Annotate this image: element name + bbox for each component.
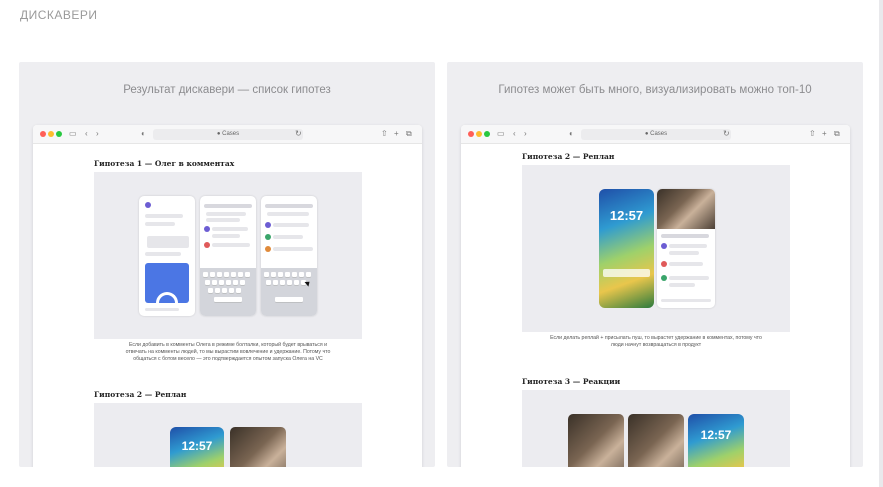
address-bar[interactable]: ● Cases	[153, 129, 303, 140]
photo	[628, 414, 684, 467]
url-text: Cases	[222, 131, 240, 137]
caption-line: общаться с ботом весело — это подтвержда…	[133, 356, 323, 362]
promo-card	[145, 263, 189, 304]
panel-heading: Результат дискавери — список гипотез	[123, 84, 331, 96]
caption-line: отвечать на комменты людей, то мы выраст…	[125, 349, 331, 355]
tabs-icon[interactable]: ⧉	[406, 128, 412, 140]
phone-screenshot	[139, 196, 195, 316]
lock-time: 12:57	[181, 439, 213, 453]
hypothesis-title: Гипотеза 3 — Реакции	[522, 377, 621, 386]
avatar	[204, 242, 210, 248]
reload-icon[interactable]: ↻	[723, 128, 730, 140]
avatar	[661, 261, 667, 267]
close-window-button[interactable]	[468, 131, 474, 137]
avatar	[661, 275, 667, 281]
section-title: ДИСКАВЕРИ	[20, 8, 98, 22]
share-icon[interactable]: ⇧	[381, 128, 388, 140]
address-bar[interactable]: ● Cases	[581, 129, 731, 140]
slide: ДИСКАВЕРИ Результат дискавери — список г…	[0, 0, 883, 487]
phone-screenshot	[200, 196, 256, 316]
plus-icon[interactable]: +	[394, 128, 399, 140]
hypothesis-figure: 12:57	[94, 403, 362, 467]
plus-icon[interactable]: +	[822, 128, 827, 140]
forward-icon[interactable]: ›	[524, 128, 527, 140]
maximize-window-button[interactable]	[56, 131, 62, 137]
browser-toolbar: ▭ ‹ › ◐ ● Cases ↻ ⇧ + ⧉	[33, 125, 422, 144]
photo	[230, 427, 286, 467]
browser-toolbar: ▭ ‹ › ◐ ● Cases ↻ ⇧ + ⧉	[461, 125, 850, 144]
avatar	[204, 226, 210, 232]
panel-right: Гипотез может быть много, визуализироват…	[447, 62, 863, 467]
photo	[568, 414, 624, 467]
avatar	[265, 234, 271, 240]
avatar	[661, 243, 667, 249]
hypothesis-caption: Если добавить в комменты Олега в режиме …	[94, 342, 362, 363]
hypothesis-title: Гипотеза 2 — Реплан	[522, 152, 615, 161]
tabs-icon[interactable]: ⧉	[834, 128, 840, 140]
share-icon[interactable]: ⇧	[809, 128, 816, 140]
hypothesis-caption: Если делать реплай + присылать пуш, то в…	[522, 335, 790, 349]
maximize-window-button[interactable]	[484, 131, 490, 137]
minimize-window-button[interactable]	[476, 131, 482, 137]
photo	[657, 189, 715, 229]
document: Гипотеза 2 — Реплан 12:57 Если делать ре…	[461, 144, 850, 467]
lock-icon: ●	[644, 131, 649, 137]
lock-screen: 12:57	[170, 427, 224, 467]
browser-window: ▭ ‹ › ◐ ● Cases ↻ ⇧ + ⧉ Гипотеза 1 — Оле…	[33, 125, 422, 467]
sidebar-icon[interactable]: ▭	[497, 128, 505, 140]
panel-heading: Гипотез может быть много, визуализироват…	[498, 84, 812, 96]
sidebar-icon[interactable]: ▭	[69, 128, 77, 140]
browser-window: ▭ ‹ › ◐ ● Cases ↻ ⇧ + ⧉ Гипотеза 2 — Реп…	[461, 125, 850, 467]
lock-screen: 12:57	[688, 414, 744, 467]
url-text: Cases	[650, 131, 668, 137]
lock-icon: ●	[216, 131, 221, 137]
avatar	[265, 222, 271, 228]
scroll-edge	[879, 0, 883, 487]
back-icon[interactable]: ‹	[85, 128, 88, 140]
avatar	[265, 246, 271, 252]
back-icon[interactable]: ‹	[513, 128, 516, 140]
reload-icon[interactable]: ↻	[295, 128, 302, 140]
shield-icon[interactable]: ◐	[569, 128, 574, 140]
panel-left: Результат дискавери — список гипотез ▭ ‹…	[19, 62, 435, 467]
caption-line: люди начнут возвращаться в продукт	[610, 342, 702, 348]
avatar	[145, 202, 151, 208]
shield-icon[interactable]: ◐	[141, 128, 146, 140]
forward-icon[interactable]: ›	[96, 128, 99, 140]
lock-screen: 12:57	[599, 189, 654, 308]
document: Гипотеза 1 — Олег в комментах Если добав…	[33, 144, 422, 467]
phone-screenshot	[657, 189, 715, 308]
hypothesis-figure: 12:57	[522, 165, 790, 332]
minimize-window-button[interactable]	[48, 131, 54, 137]
lock-time: 12:57	[700, 428, 732, 442]
lock-time: 12:57	[609, 208, 644, 223]
hypothesis-title: Гипотеза 1 — Олег в комментах	[94, 159, 235, 168]
caption-line: Если делать реплай + присылать пуш, то в…	[550, 335, 762, 341]
hypothesis-title: Гипотеза 2 — Реплан	[94, 390, 187, 399]
hypothesis-figure: 12:57	[522, 390, 790, 467]
close-window-button[interactable]	[40, 131, 46, 137]
hypothesis-figure	[94, 172, 362, 339]
phone-screenshot	[261, 196, 317, 316]
caption-line: Если добавить в комменты Олега в режиме …	[129, 342, 327, 348]
